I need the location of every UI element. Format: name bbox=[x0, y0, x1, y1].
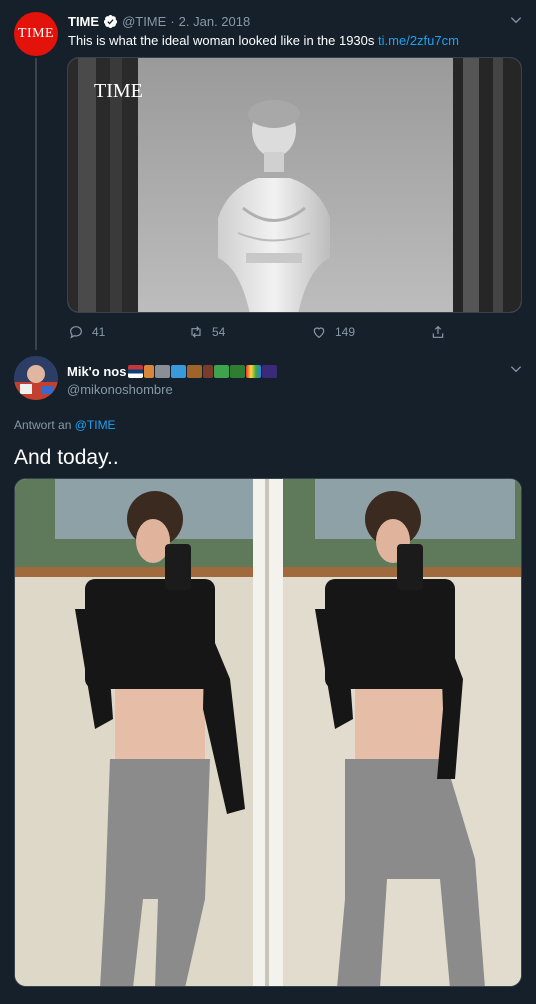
reply-display-name[interactable]: Mik'o nos bbox=[67, 364, 126, 379]
reply-text: And today.. bbox=[14, 446, 119, 469]
reply-context: Antwort an @TIME bbox=[14, 418, 116, 432]
handle[interactable]: @TIME bbox=[122, 14, 166, 29]
media-watermark: TIME bbox=[94, 80, 143, 102]
share-icon bbox=[432, 325, 444, 338]
tweet-body: This is what the ideal woman looked like… bbox=[68, 33, 375, 48]
like-button[interactable]: 149 bbox=[311, 324, 355, 340]
user-avatar[interactable] bbox=[14, 356, 58, 400]
milky-way-icon bbox=[262, 364, 278, 378]
separator-dot: · bbox=[170, 13, 175, 29]
chevron-down-icon[interactable] bbox=[508, 361, 524, 377]
swimmer-icon bbox=[171, 364, 187, 378]
moai-icon bbox=[155, 364, 171, 378]
like-count: 149 bbox=[335, 325, 356, 339]
time-avatar[interactable]: TIME bbox=[14, 12, 58, 56]
horse-racing-icon bbox=[187, 364, 203, 378]
retweet-count: 54 bbox=[212, 325, 226, 339]
chevron-down-icon[interactable] bbox=[508, 12, 524, 28]
tweet-media-mirror-photo[interactable] bbox=[14, 478, 522, 987]
tweet-link[interactable]: ti.me/2zfu7cm bbox=[378, 33, 459, 48]
tweet-date[interactable]: 2. Jan. 2018 bbox=[179, 14, 251, 29]
thread-line bbox=[35, 58, 37, 350]
emoji-strip bbox=[128, 364, 278, 378]
reply-prefix: Antwort an bbox=[14, 418, 72, 432]
rainbow-icon bbox=[246, 364, 262, 378]
retweet-button[interactable]: 54 bbox=[188, 324, 225, 340]
reply-button[interactable]: 41 bbox=[68, 324, 105, 340]
tweet-actions: 41 54 149 bbox=[68, 322, 458, 342]
tweet-media-statue-photo[interactable]: TIME bbox=[67, 57, 522, 313]
reply-mention[interactable]: @TIME bbox=[75, 418, 116, 432]
retweet-icon bbox=[191, 326, 201, 338]
reply-handle[interactable]: @mikonoshombre bbox=[67, 382, 173, 397]
verified-badge-icon bbox=[103, 14, 118, 28]
serbia-flag-icon bbox=[128, 364, 144, 378]
share-button[interactable] bbox=[430, 324, 454, 340]
display-name[interactable]: TIME bbox=[68, 14, 99, 29]
tweet-header: TIME @TIME · 2. Jan. 2018 bbox=[68, 12, 512, 30]
mirror-selfie-photo bbox=[15, 479, 521, 986]
avatar-text: TIME bbox=[17, 26, 55, 41]
reply-display-name-row: Mik'o nos bbox=[67, 362, 278, 380]
footprints-icon bbox=[203, 364, 214, 378]
timeline: TIME TIME @TIME · 2. Jan. 2018 This is w… bbox=[0, 0, 536, 1004]
reply-icon bbox=[70, 326, 82, 339]
tweet-text: This is what the ideal woman looked like… bbox=[68, 33, 524, 48]
heart-icon bbox=[313, 327, 325, 339]
reply-count: 41 bbox=[92, 325, 106, 339]
tree-icon bbox=[230, 364, 246, 378]
avatar-image bbox=[14, 356, 58, 400]
shamrock-icon bbox=[214, 364, 230, 378]
statue-photo: TIME bbox=[68, 58, 521, 312]
person-running-icon bbox=[144, 364, 155, 378]
